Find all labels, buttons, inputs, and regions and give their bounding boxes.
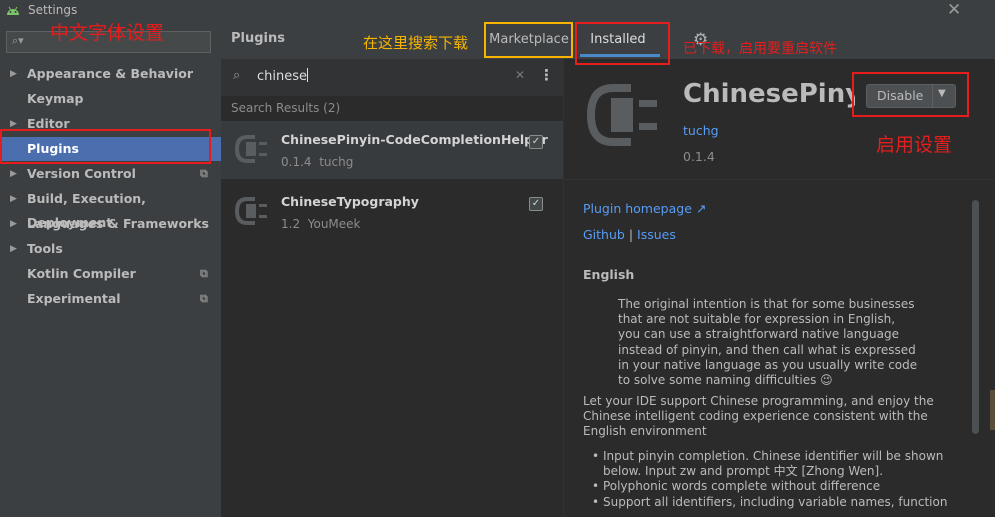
sidebar-item-experimental[interactable]: Experimental ⧉ <box>0 287 221 311</box>
annotation-box-marketplace <box>484 22 573 58</box>
feature-bullet: Input pinyin completion. Chinese identif… <box>592 449 962 464</box>
description-line: Let your IDE support Chinese programming… <box>583 394 934 408</box>
edge-strip <box>990 390 995 430</box>
description-line: instead of pinyin, and then call what is… <box>618 342 916 357</box>
description-line: to solve some naming difficulties 😉 <box>618 373 833 388</box>
plugin-plug-icon <box>234 197 267 225</box>
config-icon: ⧉ <box>200 292 208 305</box>
chevron-right-icon[interactable]: ▶ <box>10 162 17 186</box>
chevron-right-icon[interactable]: ▶ <box>10 237 17 261</box>
chevron-right-icon[interactable]: ▶ <box>10 62 17 86</box>
plugin-homepage-link[interactable]: Plugin homepage ↗ <box>583 201 706 216</box>
sidebar-item-keymap[interactable]: Keymap <box>0 87 221 111</box>
description-paragraph: Let your IDE support Chinese programming… <box>583 394 953 440</box>
results-header: Search Results (2) <box>231 101 341 115</box>
description-indented: The original intention is that for some … <box>618 297 958 388</box>
enabled-checkbox[interactable]: ✓ <box>529 197 543 211</box>
plugin-search-input[interactable]: chinese <box>257 68 309 84</box>
window-title: Settings <box>28 3 78 17</box>
plugin-meta: 1.2 YouMeek <box>281 217 361 231</box>
annotation-search-here: 在这里搜索下载 <box>363 34 469 52</box>
sidebar-item-label: Kotlin Compiler <box>27 266 136 281</box>
sidebar-item-kotlin-compiler[interactable]: Kotlin Compiler ⧉ <box>0 262 221 286</box>
sidebar-item-version-control[interactable]: ▶ Version Control ⧉ <box>0 162 221 186</box>
plugin-version: 1.2 <box>281 217 301 231</box>
annotation-box-plugins <box>0 129 211 164</box>
annotation-font-settings: 中文字体设置 <box>50 22 165 44</box>
annotation-installed-note: 已下载，启用要重启软件 <box>683 41 837 57</box>
config-icon: ⧉ <box>200 167 208 180</box>
sidebar-item-build-execution-deployment[interactable]: ▶ Build, Execution, Deployment <box>0 187 221 230</box>
repo-links: Github | Issues <box>583 227 676 242</box>
plugin-version: 0.1.4 <box>281 155 312 169</box>
sidebar-item-label: Experimental <box>27 291 121 306</box>
plugin-version: 0.1.4 <box>683 149 715 164</box>
link-separator: | <box>628 227 634 242</box>
description-line: Chinese intelligent coding experience co… <box>583 409 928 424</box>
more-vert-icon[interactable]: ⋮ <box>539 66 554 84</box>
plugin-vendor: YouMeek <box>307 217 361 231</box>
plugin-list-item[interactable]: ChinesePinyin-CodeCompletionHelper 0.1.4 … <box>221 121 563 179</box>
plugin-list-item[interactable]: ChineseTypography 1.2 YouMeek ✓ <box>221 183 563 241</box>
section-header: English <box>583 267 635 282</box>
description-line: The original intention is that for some … <box>618 297 915 311</box>
config-icon: ⧉ <box>200 267 208 280</box>
description-line: that are not suitable for expression in … <box>618 312 896 327</box>
search-icon: ⌕▾ <box>12 34 24 47</box>
annotation-enable-settings: 启用设置 <box>876 134 953 156</box>
feature-bullet: below. Input zw and prompt 中文 [Zhong Wen… <box>603 464 884 479</box>
github-link[interactable]: Github <box>583 227 625 242</box>
plugin-vendor: tuchg <box>319 155 354 169</box>
sidebar-item-label: Version Control <box>27 166 136 181</box>
chevron-right-icon[interactable]: ▶ <box>10 212 17 236</box>
clear-search-icon[interactable]: ✕ <box>515 68 525 82</box>
plugin-detail-name: ChinesePinyin <box>683 79 855 109</box>
feature-bullets: Input pinyin completion. Chinese identif… <box>592 449 962 510</box>
sidebar-item-label: Languages & Frameworks <box>27 216 209 231</box>
plugin-plug-icon <box>234 135 267 163</box>
plugin-plug-icon <box>586 84 657 146</box>
chevron-right-icon[interactable]: ▶ <box>10 187 17 211</box>
android-icon <box>7 6 19 15</box>
sidebar-item-label: Keymap <box>27 91 84 106</box>
sidebar-item-appearance-behavior[interactable]: ▶ Appearance & Behavior <box>0 62 221 86</box>
scrollbar[interactable] <box>972 200 979 434</box>
search-icon: ⌕ <box>233 68 241 83</box>
sidebar-item-label: Tools <box>27 241 63 256</box>
sidebar-item-label: Appearance & Behavior <box>27 66 193 81</box>
description-line: in your native language as you usually w… <box>618 357 918 372</box>
issues-link[interactable]: Issues <box>637 227 676 242</box>
page-title: Plugins <box>231 31 285 46</box>
enabled-checkbox[interactable]: ✓ <box>529 135 543 149</box>
close-icon[interactable]: ✕ <box>947 0 961 20</box>
vendor-link[interactable]: tuchg <box>683 123 719 138</box>
plugin-name: ChineseTypography <box>281 194 419 209</box>
sidebar-item-tools[interactable]: ▶ Tools <box>0 237 221 261</box>
annotation-box-installed <box>575 22 670 65</box>
plugins-panel <box>221 22 563 517</box>
plugin-name: ChinesePinyin-CodeCompletionHelper <box>281 132 548 147</box>
sidebar-item-languages-frameworks[interactable]: ▶ Languages & Frameworks <box>0 212 221 236</box>
description-line: you can use a straightforward native lan… <box>618 327 899 342</box>
description-line: English environment <box>583 424 707 439</box>
annotation-box-disable <box>852 72 969 117</box>
plugin-search-bar[interactable]: ⌕ chinese ✕ ⋮ <box>221 59 563 96</box>
divider <box>563 179 995 180</box>
plugin-meta: 0.1.4 tuchg <box>281 155 353 169</box>
feature-bullet: Support all identifiers, including varia… <box>592 495 962 510</box>
feature-bullet: Polyphonic words complete without differ… <box>592 479 962 494</box>
